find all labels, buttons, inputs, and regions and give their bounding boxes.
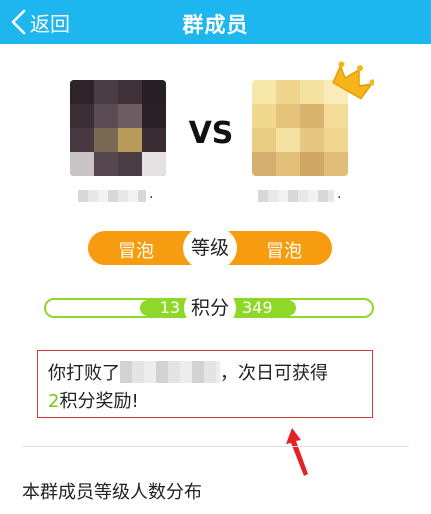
name-right-suffix: . xyxy=(337,186,342,202)
message-suffix: ，次日可获得 xyxy=(220,363,328,384)
score-label: 积分 xyxy=(184,286,236,330)
name-right-blurred xyxy=(258,190,334,202)
vs-label: VS xyxy=(188,116,234,151)
name-left-suffix: . xyxy=(149,186,154,202)
name-left-blurred xyxy=(78,190,146,202)
avatar-left[interactable] xyxy=(70,80,166,176)
result-message-line1: 你打败了 ，次日可获得 xyxy=(48,359,328,385)
crown-icon xyxy=(332,61,374,100)
header-bar: 返回 群成员 xyxy=(0,0,431,44)
reward-text: 积分奖励! xyxy=(59,391,139,412)
page-title: 群成员 xyxy=(182,13,249,37)
opponent-name-blurred xyxy=(120,361,220,383)
level-left-value: 冒泡 xyxy=(118,241,154,262)
section-title: 本群成员等级人数分布 xyxy=(22,482,202,503)
divider xyxy=(22,446,409,447)
score-left-value: 13 xyxy=(159,298,180,317)
level-right-value: 冒泡 xyxy=(266,241,302,262)
result-message-box: 你打败了 ，次日可获得 2积分奖励! xyxy=(37,350,373,418)
message-prefix: 你打败了 xyxy=(48,363,120,384)
level-label: 等级 xyxy=(183,225,237,271)
reward-points: 2 xyxy=(48,391,60,412)
annotation-arrow-icon xyxy=(286,428,308,476)
result-message-line2: 2积分奖励! xyxy=(48,387,139,413)
score-right-value: 349 xyxy=(242,298,273,317)
